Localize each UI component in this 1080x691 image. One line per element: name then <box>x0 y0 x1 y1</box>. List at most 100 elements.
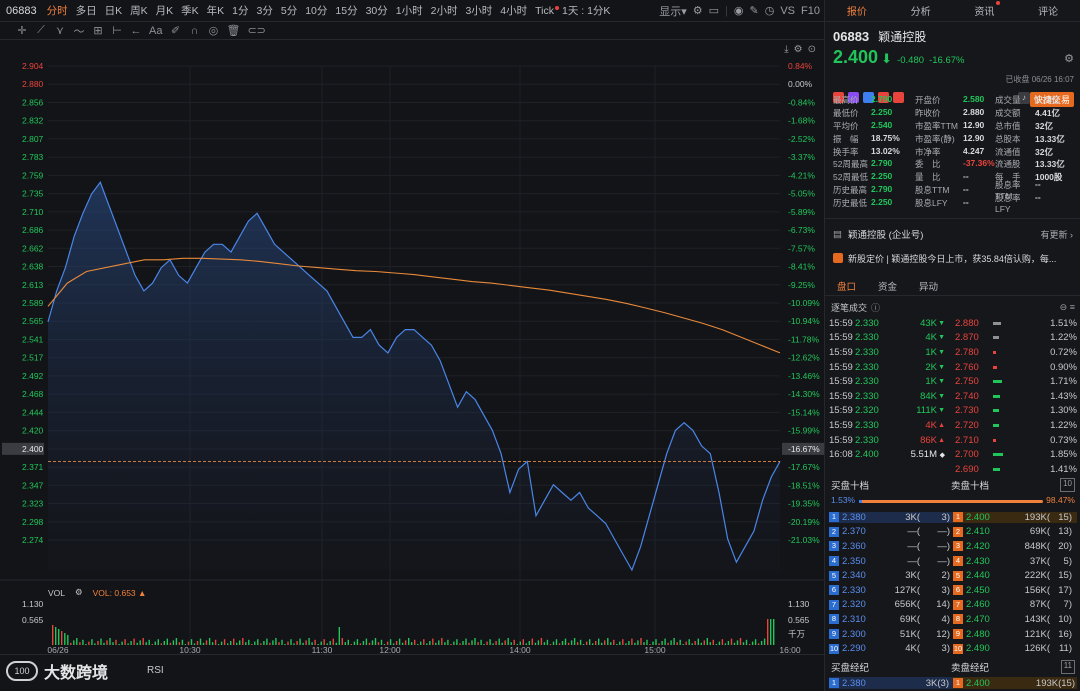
orderbook-row[interactable]: 3 2.360 —(—) 3 2.420 848K(20) <box>829 539 1077 554</box>
ask-level[interactable]: 3 2.420 848K(20) <box>953 541 1077 552</box>
ask-level[interactable]: 1 2.400 193K(15) <box>953 511 1077 523</box>
broker-level-button[interactable]: 11 <box>1060 660 1075 674</box>
ask-level[interactable]: 8 2.470 143K(10) <box>953 614 1077 625</box>
line-tool-icon[interactable]: ⟋ <box>35 24 47 37</box>
bid-broker[interactable]: 1 2.380 3K(3) <box>829 677 953 689</box>
tick-row[interactable]: 15:59 2.330 1K ▼ <box>829 374 945 389</box>
magnet-icon[interactable]: ∩ <box>188 25 200 37</box>
ask-level[interactable]: 5 2.440 222K(15) <box>953 570 1077 581</box>
depth-row[interactable]: 2.710 0.73% <box>955 433 1077 448</box>
tick-list[interactable]: 15:59 2.330 43K ▼ 15:59 2.330 4K ▼ 15:59 2.330 1K ▼… <box>829 316 945 462</box>
depth-row[interactable]: 2.720 1.22% <box>955 418 1077 433</box>
settings-icon[interactable]: ⚙ <box>1064 52 1074 65</box>
tick-row[interactable]: 15:59 2.330 1K ▼ <box>829 345 945 360</box>
panel-tab-3[interactable]: 评论 <box>1016 3 1080 18</box>
news-row[interactable]: 新股定价 | 颖通控股今日上市，获35.84倍认购，每... <box>825 248 1080 268</box>
info-icon[interactable]: ⓘ <box>871 301 880 314</box>
period-tab-10[interactable]: 10分 <box>301 3 331 18</box>
rsi-label[interactable]: RSI <box>147 665 164 676</box>
fit-icon[interactable]: ⤓ <box>784 44 788 55</box>
vs-button[interactable]: VS <box>780 5 795 17</box>
bid-level[interactable]: 2 2.370 —(—) <box>829 526 953 537</box>
bid-level[interactable]: 9 2.300 51K(12) <box>829 629 953 640</box>
toolbar-stock-code[interactable]: 06883 <box>0 5 43 17</box>
tick-row[interactable]: 15:59 2.330 84K ▼ <box>829 389 945 404</box>
depth-row[interactable]: 2.700 1.85% <box>955 447 1077 462</box>
orderbook[interactable]: 1 2.380 3K(3) 1 2.400 193K(15) 2 2.370 —(—) 2 2.41… <box>829 510 1077 656</box>
depth-row[interactable]: 2.730 1.30% <box>955 404 1077 419</box>
brush-icon[interactable]: ✐ <box>169 24 181 37</box>
subtab-0[interactable]: 盘口 <box>837 279 856 293</box>
panel-tab-2[interactable]: 资讯 <box>953 1 1017 18</box>
depth-row[interactable]: 2.870 1.22% <box>955 331 1077 346</box>
settings-icon[interactable]: ⚙ <box>693 4 703 17</box>
measure-icon[interactable]: ⊢ <box>111 24 123 37</box>
period-tab-18[interactable]: 1天 : 1分K <box>558 3 614 18</box>
depth-row[interactable]: 2.760 0.90% <box>955 360 1077 375</box>
period-tab-8[interactable]: 3分 <box>253 3 277 18</box>
orderbook-row[interactable]: 4 2.350 —(—) 4 2.430 37K(5) <box>829 554 1077 569</box>
period-tab-0[interactable]: 分时 <box>43 3 72 18</box>
clock-icon[interactable]: ◷ <box>765 4 775 17</box>
tick-row[interactable]: 15:59 2.330 4K ▲ <box>829 418 945 433</box>
bid-level[interactable]: 5 2.340 3K(2) <box>829 570 953 581</box>
arrow-icon[interactable]: ← <box>130 25 142 37</box>
chart-canvas[interactable]: 2.904 0.84% 2.880 0.00% 2.856 -0.84% 2.832 -1.6… <box>0 40 824 654</box>
orderbook-row[interactable]: 2 2.370 —(—) 2 2.410 69K(13) <box>829 525 1077 540</box>
tick-row[interactable]: 15:59 2.330 2K ▼ <box>829 360 945 375</box>
eye-icon[interactable]: ◎ <box>207 24 219 37</box>
period-tab-14[interactable]: 2小时 <box>427 3 462 18</box>
orderbook-row[interactable]: 1 2.380 3K(3) 1 2.400 193K(15) <box>829 510 1077 525</box>
orderbook-row[interactable]: 10 2.290 4K(3) 10 2.490 126K(11) <box>829 641 1077 656</box>
period-tab-6[interactable]: 年K <box>203 3 229 18</box>
depth-level-button[interactable]: 10 <box>1060 478 1075 492</box>
orderbook-row[interactable]: 9 2.300 51K(12) 9 2.480 121K(16) <box>829 627 1077 642</box>
f10-button[interactable]: F10 <box>801 5 820 17</box>
capsule-icon[interactable]: ⊂⊃ <box>247 24 265 37</box>
vol-settings-icon[interactable]: ⚙ <box>75 587 83 598</box>
ask-broker[interactable]: 1 2.400 193K(15) <box>953 677 1077 689</box>
period-tab-4[interactable]: 月K <box>152 3 178 18</box>
fork-icon[interactable]: ⋎ <box>54 24 66 37</box>
period-tab-11[interactable]: 15分 <box>331 3 361 18</box>
tick-row[interactable]: 15:59 2.330 86K ▲ <box>829 433 945 448</box>
ask-level[interactable]: 9 2.480 121K(16) <box>953 629 1077 640</box>
text-icon[interactable]: Aa <box>149 25 162 37</box>
panel-tab-1[interactable]: 分析 <box>889 3 953 18</box>
orderbook-row[interactable]: 7 2.320 656K(14) 7 2.460 87K(7) <box>829 598 1077 613</box>
settings-icon[interactable]: ⚙ <box>794 44 803 55</box>
depth-row[interactable]: 2.780 0.72% <box>955 345 1077 360</box>
tick-row[interactable]: 16:08 2.400 5.51M ◆ <box>829 447 945 462</box>
update-link[interactable]: 有更新 › <box>1041 228 1074 241</box>
bid-level[interactable]: 6 2.330 127K(3) <box>829 585 953 596</box>
depth-row[interactable]: 2.750 1.71% <box>955 374 1077 389</box>
period-tab-3[interactable]: 周K <box>126 3 152 18</box>
bid-level[interactable]: 8 2.310 69K(4) <box>829 614 953 625</box>
vol-label[interactable]: VOL <box>48 588 65 598</box>
ask-level[interactable]: 2 2.410 69K(13) <box>953 526 1077 537</box>
subtab-2[interactable]: 异动 <box>919 279 938 293</box>
period-tab-13[interactable]: 1小时 <box>392 3 427 18</box>
bid-level[interactable]: 1 2.380 3K(3) <box>829 511 953 523</box>
bid-level[interactable]: 3 2.360 —(—) <box>829 541 953 552</box>
period-tab-12[interactable]: 30分 <box>362 3 392 18</box>
depth-row[interactable]: 2.690 1.41% <box>955 462 1077 477</box>
layout-icon[interactable]: ▭ <box>709 4 719 17</box>
ask-level[interactable]: 10 2.490 126K(11) <box>953 643 1077 654</box>
bid-level[interactable]: 10 2.290 4K(3) <box>829 643 953 654</box>
menu-icon[interactable]: ≡ <box>1070 302 1075 312</box>
period-tab-9[interactable]: 5分 <box>277 3 301 18</box>
tick-row[interactable]: 15:59 2.330 43K ▼ <box>829 316 945 331</box>
period-tab-17[interactable]: Tick <box>531 5 559 17</box>
bid-level[interactable]: 7 2.320 656K(14) <box>829 599 953 610</box>
depth-row[interactable]: 2.740 1.43% <box>955 389 1077 404</box>
period-tab-7[interactable]: 1分 <box>228 3 252 18</box>
tick-row[interactable]: 15:59 2.320 111K ▼ <box>829 404 945 419</box>
period-tab-1[interactable]: 多日 <box>72 3 101 18</box>
delete-icon[interactable]: 🗑 <box>226 24 240 37</box>
depth-row[interactable]: 2.880 1.51% <box>955 316 1077 331</box>
display-menu[interactable]: 显示▾ <box>659 3 687 19</box>
camera-icon[interactable]: ◉ <box>734 4 744 17</box>
price-depth-list[interactable]: 2.880 1.51% 2.870 1.22% 2.780 0.72% 2.760 0.90%… <box>955 316 1077 477</box>
collapse-icon[interactable]: ⊖ <box>1060 302 1068 312</box>
